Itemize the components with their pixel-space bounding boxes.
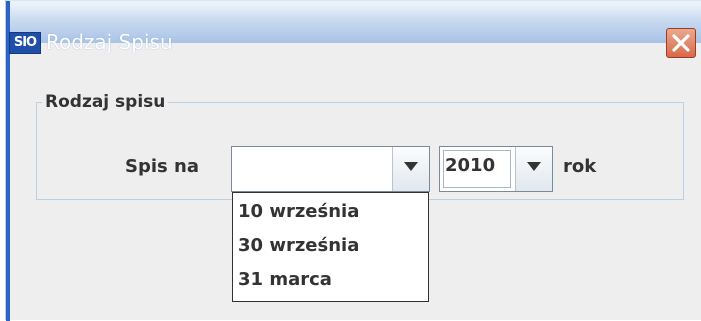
dropdown-option[interactable]: 30 września [238, 235, 359, 256]
dropdown-option[interactable]: 31 marca [238, 269, 332, 290]
group-title: Rodzaj spisu [42, 92, 169, 112]
window-title: Rodzaj Spisu [46, 30, 173, 54]
close-button[interactable] [666, 28, 696, 58]
year-combobox-value: 2010 [445, 155, 496, 176]
dialog-content: Rodzaj spisu Spis na 2010 rok 10 wrześni… [10, 61, 701, 320]
chevron-down-icon [404, 162, 418, 171]
chevron-down-icon [527, 162, 541, 171]
dropdown-option[interactable]: 10 września [238, 201, 359, 222]
year-combobox[interactable]: 2010 [439, 146, 553, 192]
date-dropdown-button[interactable] [392, 147, 429, 191]
date-combobox[interactable] [231, 146, 430, 192]
year-suffix-label: rok [563, 156, 597, 177]
close-icon [672, 34, 690, 52]
spis-label: Spis na [125, 156, 199, 177]
year-dropdown-button[interactable] [515, 147, 552, 191]
app-logo-icon: SIO [9, 32, 41, 54]
date-dropdown-list: 10 września 30 września 31 marca [232, 192, 429, 302]
